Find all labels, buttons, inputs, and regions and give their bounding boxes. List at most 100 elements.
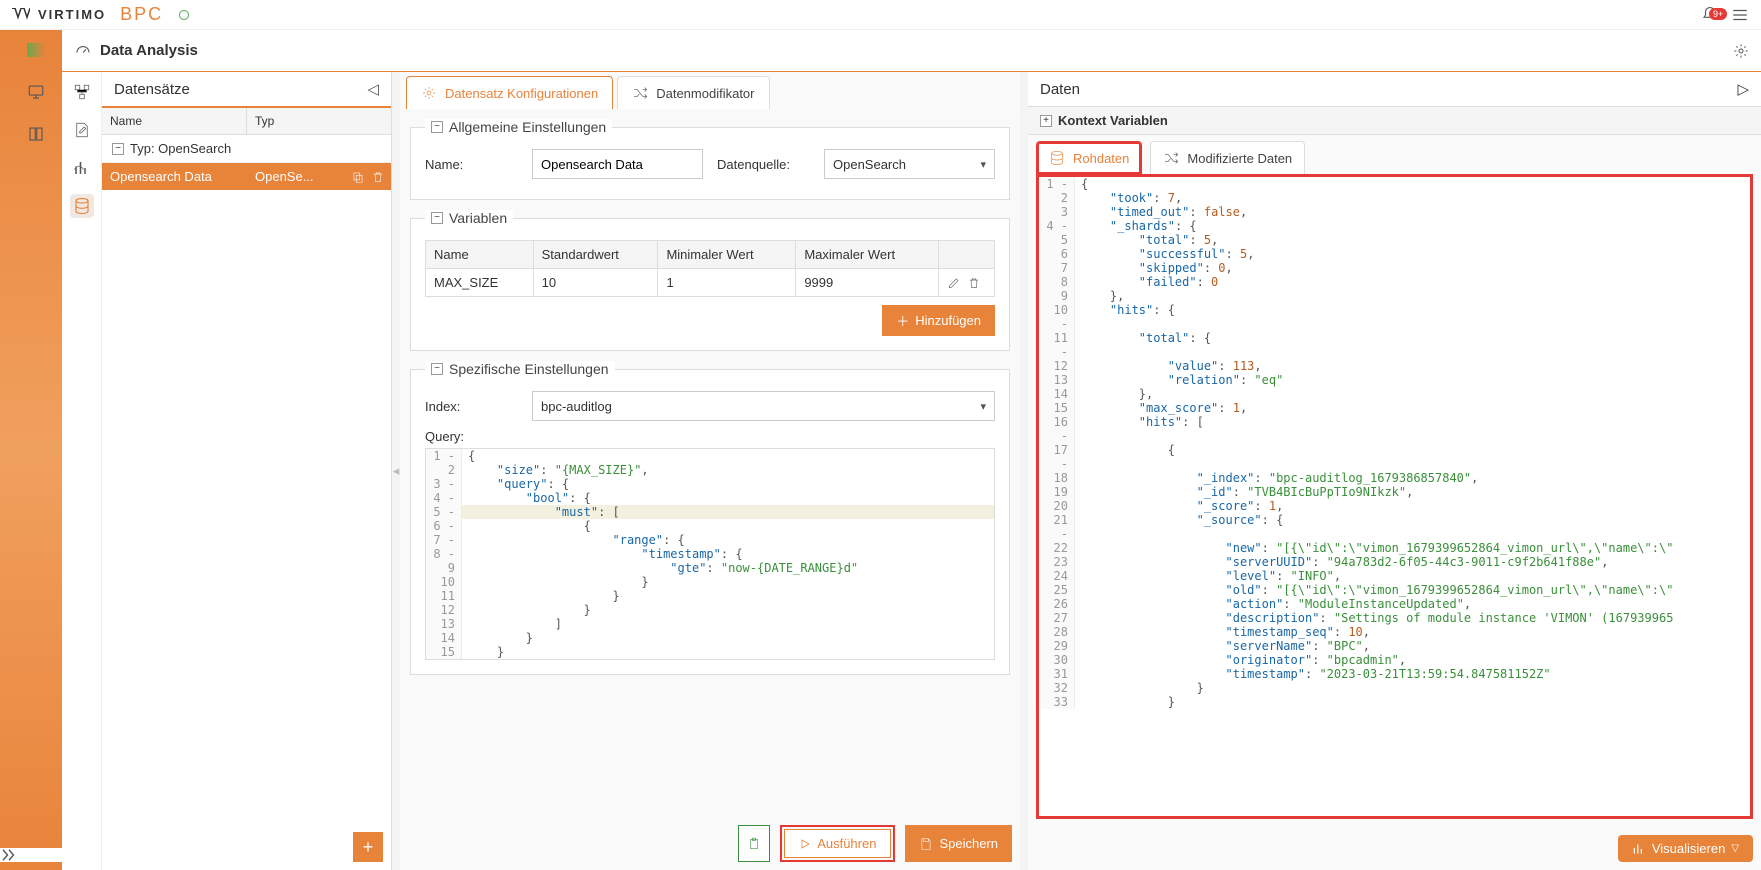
app-header: VIRTIMO BPC 9+ [0, 0, 1761, 30]
tab-modified-data[interactable]: Modifizierte Daten [1150, 141, 1305, 174]
tree-icon [73, 83, 91, 101]
name-input[interactable] [532, 149, 703, 179]
brand-sub: BPC [120, 4, 163, 25]
raw-data-viewer[interactable]: 1 -{2 "took": 7,3 "timed_out": false,4 -… [1039, 177, 1750, 709]
specific-settings-box: − Spezifische Einstellungen Index: bpc-a… [410, 361, 1010, 675]
add-dataset-button[interactable]: + [353, 832, 383, 862]
delete-variable-button[interactable] [967, 276, 981, 290]
var-col-min[interactable]: Minimaler Wert [658, 241, 796, 269]
monitor-icon [27, 83, 45, 101]
chart-icon [1632, 842, 1646, 856]
gear-icon [1733, 43, 1749, 59]
rail-collapse-button[interactable] [0, 848, 62, 862]
data-title: Daten [1040, 81, 1080, 98]
trash-icon [371, 170, 385, 184]
variables-box: − Variablen Name Standardwert Minimaler … [410, 210, 1010, 351]
splitter-left[interactable]: ◂ [392, 72, 400, 870]
name-label: Name: [425, 157, 520, 172]
menu-button[interactable] [1731, 6, 1749, 24]
virtimo-mark-icon [12, 8, 30, 22]
chart-icon [73, 159, 91, 177]
tab-data-modifier[interactable]: Datenmodifikator [617, 76, 769, 109]
tool-edit[interactable] [70, 118, 94, 142]
gauge-icon [74, 42, 92, 60]
variable-row[interactable]: MAX_SIZE 10 1 9999 [426, 269, 995, 297]
nav-rail [0, 30, 62, 870]
context-variables-row[interactable]: + Kontext Variablen [1028, 107, 1761, 135]
shuffle-icon [632, 85, 648, 101]
page-title: Data Analysis [100, 42, 198, 59]
col-type-header[interactable]: Typ [247, 108, 391, 134]
var-col-name[interactable]: Name [426, 241, 534, 269]
nav-item-book[interactable] [26, 124, 46, 144]
dataset-name: Opensearch Data [102, 163, 247, 190]
query-editor[interactable]: 1 -{2 "size": "{MAX_SIZE}",3 - "query": … [425, 448, 995, 660]
chevron-down-icon: ▽ [1731, 843, 1739, 854]
pencil-doc-icon [73, 121, 91, 139]
config-panel: Datensatz Konfigurationen Datenmodifikat… [400, 72, 1020, 870]
datasets-header-row: Name Typ [102, 108, 391, 135]
pencil-icon [947, 276, 961, 290]
data-panel: Daten ▷ + Kontext Variablen Rohdaten [1028, 72, 1761, 870]
copy-dataset-button[interactable] [351, 170, 365, 184]
brand-text: VIRTIMO [38, 7, 106, 22]
add-variable-button[interactable]: ＋ Hinzufügen [882, 305, 995, 336]
notifications-button[interactable]: 9+ [1701, 6, 1719, 24]
visualize-button[interactable]: Visualisieren ▽ [1618, 835, 1753, 862]
save-button[interactable]: Speichern [905, 825, 1012, 862]
chevron-down-icon: ▾ [980, 158, 986, 171]
status-dot-icon [179, 10, 189, 20]
splitter-right[interactable] [1020, 72, 1028, 870]
col-name-header[interactable]: Name [102, 108, 247, 134]
datasets-panel: Datensätze ◁ Name Typ − Typ: OpenSearch … [102, 72, 392, 870]
dataset-row[interactable]: Opensearch Data OpenSe... [102, 163, 391, 190]
query-label: Query: [425, 429, 995, 444]
var-col-max[interactable]: Maximaler Wert [796, 241, 939, 269]
chevron-double-right-icon [0, 848, 18, 862]
trash-icon [967, 276, 981, 290]
minus-square-icon[interactable]: − [431, 363, 443, 375]
source-select[interactable]: OpenSearch ▾ [824, 149, 995, 179]
clipboard-icon [747, 837, 761, 851]
datasets-title: Datensätze ◁ [102, 72, 391, 108]
delete-dataset-button[interactable] [371, 170, 385, 184]
minus-square-icon[interactable]: − [431, 212, 443, 224]
book-icon [27, 125, 45, 143]
tab-dataset-config[interactable]: Datensatz Konfigurationen [406, 76, 613, 109]
nav-item-gradient[interactable] [26, 40, 46, 60]
edit-variable-button[interactable] [947, 276, 961, 290]
brand-logo: VIRTIMO BPC [12, 4, 189, 25]
collapse-panel-button[interactable]: ◁ [367, 80, 379, 98]
page-settings-button[interactable] [1733, 43, 1749, 59]
dataset-group[interactable]: − Typ: OpenSearch [102, 135, 391, 163]
nav-item-desktop[interactable] [26, 82, 46, 102]
tool-chart[interactable] [70, 156, 94, 180]
tool-rail [62, 72, 102, 870]
minus-square-icon: − [112, 143, 124, 155]
variables-table: Name Standardwert Minimaler Wert Maximal… [425, 240, 995, 297]
tool-data[interactable] [70, 194, 94, 218]
execute-button[interactable]: Ausführen [784, 829, 891, 858]
dataset-type: OpenSe... [247, 163, 351, 190]
chevron-down-icon: ▾ [980, 400, 986, 413]
play-icon [799, 838, 811, 850]
layer-icon [27, 43, 45, 57]
index-select[interactable]: bpc-auditlog ▾ [532, 391, 995, 421]
page-subheader: Data Analysis [62, 30, 1761, 72]
var-col-std[interactable]: Standardwert [533, 241, 658, 269]
plus-icon: ＋ [896, 311, 909, 330]
database-icon [1049, 150, 1065, 166]
minus-square-icon[interactable]: − [431, 121, 443, 133]
tool-tree[interactable] [70, 80, 94, 104]
save-icon [919, 837, 933, 851]
gear-icon [421, 85, 437, 101]
tab-raw-data[interactable]: Rohdaten [1036, 141, 1142, 174]
expand-data-button[interactable]: ▷ [1737, 80, 1749, 98]
shuffle-icon [1163, 150, 1179, 166]
index-label: Index: [425, 399, 520, 414]
hamburger-icon [1731, 6, 1749, 24]
copy-icon [351, 170, 365, 184]
clipboard-button[interactable] [738, 825, 770, 862]
notification-badge: 9+ [1709, 8, 1727, 20]
source-label: Datenquelle: [717, 157, 812, 172]
